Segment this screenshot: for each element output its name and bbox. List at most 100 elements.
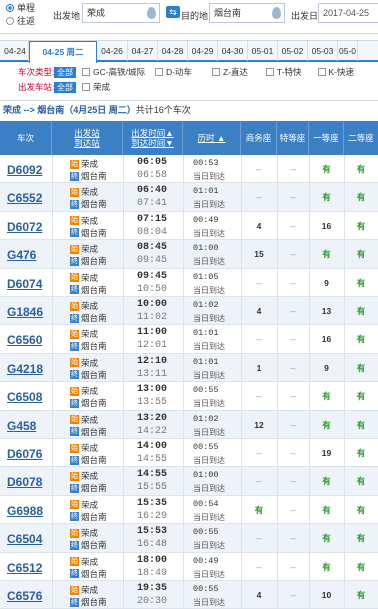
seat-second[interactable]: 有 [344, 439, 378, 467]
seat-first[interactable]: 有 [309, 496, 344, 524]
end-badge-icon: 终 [70, 398, 79, 408]
seat-first[interactable]: 16 [309, 325, 344, 353]
seat-second[interactable]: 有 [344, 269, 378, 297]
seat-second[interactable]: 有 [344, 183, 378, 211]
station-all-button[interactable]: 全部 [54, 81, 76, 93]
column-divider [52, 495, 53, 524]
seat-second[interactable]: 有 [344, 496, 378, 524]
train-number-link[interactable]: D6078 [7, 475, 42, 489]
seat-business[interactable]: 15 [241, 240, 277, 268]
date-input[interactable]: 2017-04-25 [318, 3, 378, 23]
seat-first[interactable]: 有 [309, 183, 344, 211]
column-divider [52, 382, 53, 410]
seat-second[interactable]: 有 [344, 297, 378, 325]
date-tab[interactable]: 04-28 [158, 41, 188, 61]
seat-business[interactable]: 4 [241, 297, 277, 325]
filter-d-checkbox[interactable]: D-动车 [154, 66, 192, 78]
to-station: 终烟台南 [70, 171, 107, 181]
seat-second[interactable]: 有 [344, 467, 378, 495]
start-badge-icon: 始 [70, 415, 79, 425]
date-tab[interactable]: 05-0 [338, 41, 358, 61]
filter-z-checkbox[interactable]: Z-直达 [211, 66, 248, 78]
date-tab[interactable]: 05-02 [278, 41, 308, 61]
trip-type-roundtrip-radio[interactable]: 往返 [6, 14, 35, 27]
col-arr-time[interactable]: 到达时间▼ [131, 138, 173, 148]
date-tab-active[interactable]: 04-25 周二 [29, 41, 97, 63]
train-number-link[interactable]: C6576 [7, 589, 42, 603]
seat-second[interactable]: 有 [344, 212, 378, 240]
train-number-link[interactable]: G458 [7, 419, 36, 433]
date-tab[interactable]: 04-30 [218, 41, 248, 61]
table-row: C6512 始荣成终烟台南 18:00 18:49 00:49 当日到达 -- -- 有有 [0, 552, 378, 581]
filter-gc-checkbox[interactable]: GC-高铁/城际 [82, 66, 145, 78]
train-number-link[interactable]: C6508 [7, 390, 42, 404]
to-station: 终烟台南 [70, 313, 107, 323]
train-number-link[interactable]: D6074 [7, 277, 42, 291]
seat-second[interactable]: 有 [344, 325, 378, 353]
seat-second[interactable]: 有 [344, 581, 378, 609]
from-station: 始荣成 [70, 301, 99, 311]
col-station-bottom[interactable]: 到达站 [74, 138, 100, 148]
table-row: C6576 始荣成终烟台南 19:35 20:30 00:55 当日到达 4 -- 10 有 [0, 581, 378, 609]
train-type-all-button[interactable]: 全部 [54, 66, 76, 78]
seat-second[interactable]: 有 [344, 240, 378, 268]
seat-second[interactable]: 有 [344, 155, 378, 183]
seat-business[interactable]: 1 [241, 354, 277, 382]
train-number-link[interactable]: D6072 [7, 220, 42, 234]
train-number-link[interactable]: C6512 [7, 561, 42, 575]
seat-second[interactable]: 有 [344, 553, 378, 581]
from-input[interactable]: 荣成 [82, 3, 160, 23]
col-dep-time[interactable]: 出发时间▲ [131, 128, 173, 138]
seat-first[interactable]: 有 [309, 382, 344, 410]
seat-first[interactable]: 有 [309, 524, 344, 552]
date-tab[interactable]: 05-01 [248, 41, 278, 61]
arrival-day: 当日到达 [193, 569, 225, 579]
col-station-top[interactable]: 出发站 [74, 128, 100, 138]
train-number-link[interactable]: D6076 [7, 447, 42, 461]
seat-second[interactable]: 有 [344, 354, 378, 382]
seat-first[interactable]: 13 [309, 297, 344, 325]
filter-t-checkbox[interactable]: T-特快 [265, 66, 302, 78]
swap-icon[interactable]: ⇆ [166, 6, 180, 18]
seat-first[interactable]: 有 [309, 240, 344, 268]
seat-second[interactable]: 有 [344, 411, 378, 439]
date-tab[interactable]: 04-27 [128, 41, 158, 61]
column-divider [123, 467, 124, 495]
seat-first[interactable]: 19 [309, 439, 344, 467]
start-badge-icon: 始 [70, 471, 79, 481]
seat-second[interactable]: 有 [344, 382, 378, 410]
date-tab[interactable]: 04-26 [97, 41, 128, 61]
seat-business[interactable]: 有 [241, 496, 277, 524]
seat-business[interactable]: 12 [241, 411, 277, 439]
seat-first[interactable]: 有 [309, 467, 344, 495]
col-train[interactable]: 车次 [0, 121, 52, 155]
date-tab[interactable]: 04-29 [188, 41, 218, 61]
train-number-link[interactable]: C6560 [7, 333, 42, 347]
seat-business[interactable]: 4 [241, 581, 277, 609]
train-number-link[interactable]: G4218 [7, 362, 43, 376]
seat-first[interactable]: 9 [309, 269, 344, 297]
seat-first[interactable]: 有 [309, 553, 344, 581]
column-divider [123, 382, 124, 410]
seat-second[interactable]: 有 [344, 524, 378, 552]
seat-first[interactable]: 有 [309, 411, 344, 439]
train-number-link[interactable]: C6552 [7, 191, 42, 205]
seat-business[interactable]: 4 [241, 212, 277, 240]
seat-first[interactable]: 9 [309, 354, 344, 382]
seat-first[interactable]: 10 [309, 581, 344, 609]
date-tab[interactable]: 04-24 [2, 41, 29, 61]
train-number-link[interactable]: G6988 [7, 504, 43, 518]
train-number-link[interactable]: C6504 [7, 532, 42, 546]
filter-station-checkbox[interactable]: 荣成 [82, 81, 110, 93]
seat-first[interactable]: 16 [309, 212, 344, 240]
filter-k-checkbox[interactable]: K-快速 [317, 66, 354, 78]
col-duration[interactable]: 历时 ▲ [183, 121, 241, 155]
column-divider [123, 183, 124, 211]
to-input[interactable]: 烟台南 [209, 3, 285, 23]
seat-first[interactable]: 有 [309, 155, 344, 183]
train-number-link[interactable]: G476 [7, 248, 36, 262]
train-number-link[interactable]: G1846 [7, 305, 43, 319]
trip-type-oneway-radio[interactable]: 单程 [6, 1, 35, 14]
date-tab[interactable]: 05-03 [308, 41, 338, 61]
train-number-link[interactable]: D6092 [7, 163, 42, 177]
